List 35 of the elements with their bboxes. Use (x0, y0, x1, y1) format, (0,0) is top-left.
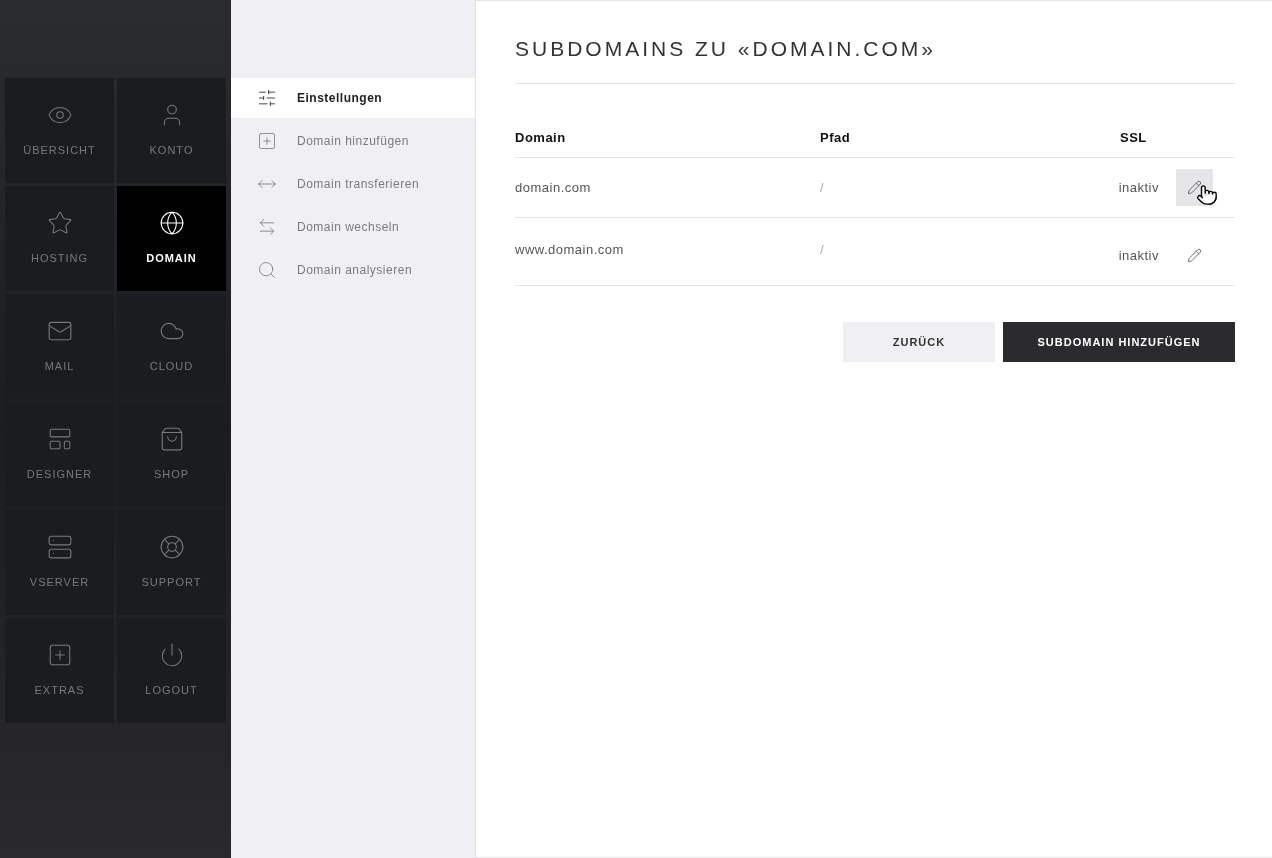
nav-tile[interactable]: HOSTING (5, 186, 114, 291)
nav-tile[interactable]: DOMAIN (117, 186, 226, 291)
sliders-icon (257, 88, 277, 108)
swap-arrows-icon (257, 217, 277, 237)
sub-nav-item[interactable]: Domain hinzufügen (231, 121, 475, 161)
nav-tile[interactable]: LOGOUT (117, 618, 226, 723)
page-title: SUBDOMAINS ZU «DOMAIN.COM» (515, 33, 1235, 84)
lifebuoy-icon (158, 534, 185, 561)
table-cell-text: www.domain.com (515, 241, 624, 259)
globe-icon (158, 210, 185, 237)
sub-nav-item[interactable]: Domain analysieren (231, 250, 475, 290)
plus-square-icon (257, 131, 277, 151)
table-cell-text: domain.com (515, 178, 591, 197)
table-cell-text: inaktiv (1118, 178, 1159, 197)
column-header: Pfad (820, 128, 851, 147)
table-cell-text: / (820, 178, 825, 197)
sub-nav-item[interactable]: Einstellungen (231, 78, 475, 118)
nav-tile[interactable]: VSERVER (5, 510, 114, 615)
sub-nav-item[interactable]: Domain transferieren (231, 164, 475, 204)
nav-tile[interactable]: ÜBERSICHT (5, 78, 114, 183)
hand-cursor-icon (1196, 183, 1218, 207)
column-header: SSL (1120, 128, 1147, 147)
nav-tile[interactable]: EXTRAS (5, 618, 114, 723)
server-icon (46, 534, 73, 561)
column-header: Domain (515, 128, 566, 147)
nav-tile[interactable]: SUPPORT (117, 510, 226, 615)
add-subdomain-button[interactable]: SUBDOMAIN HINZUFÜGEN (1003, 322, 1235, 362)
table-cell-text: inaktiv (1118, 246, 1159, 265)
pencil-icon (1187, 248, 1202, 263)
back-button[interactable]: ZURÜCK (843, 322, 995, 362)
table-cell-text: / (820, 241, 825, 259)
search-icon (257, 260, 277, 280)
sub-nav-item[interactable]: Domain wechseln (231, 207, 475, 247)
pencil-icon (1187, 180, 1202, 195)
nav-tile[interactable]: KONTO (117, 78, 226, 183)
